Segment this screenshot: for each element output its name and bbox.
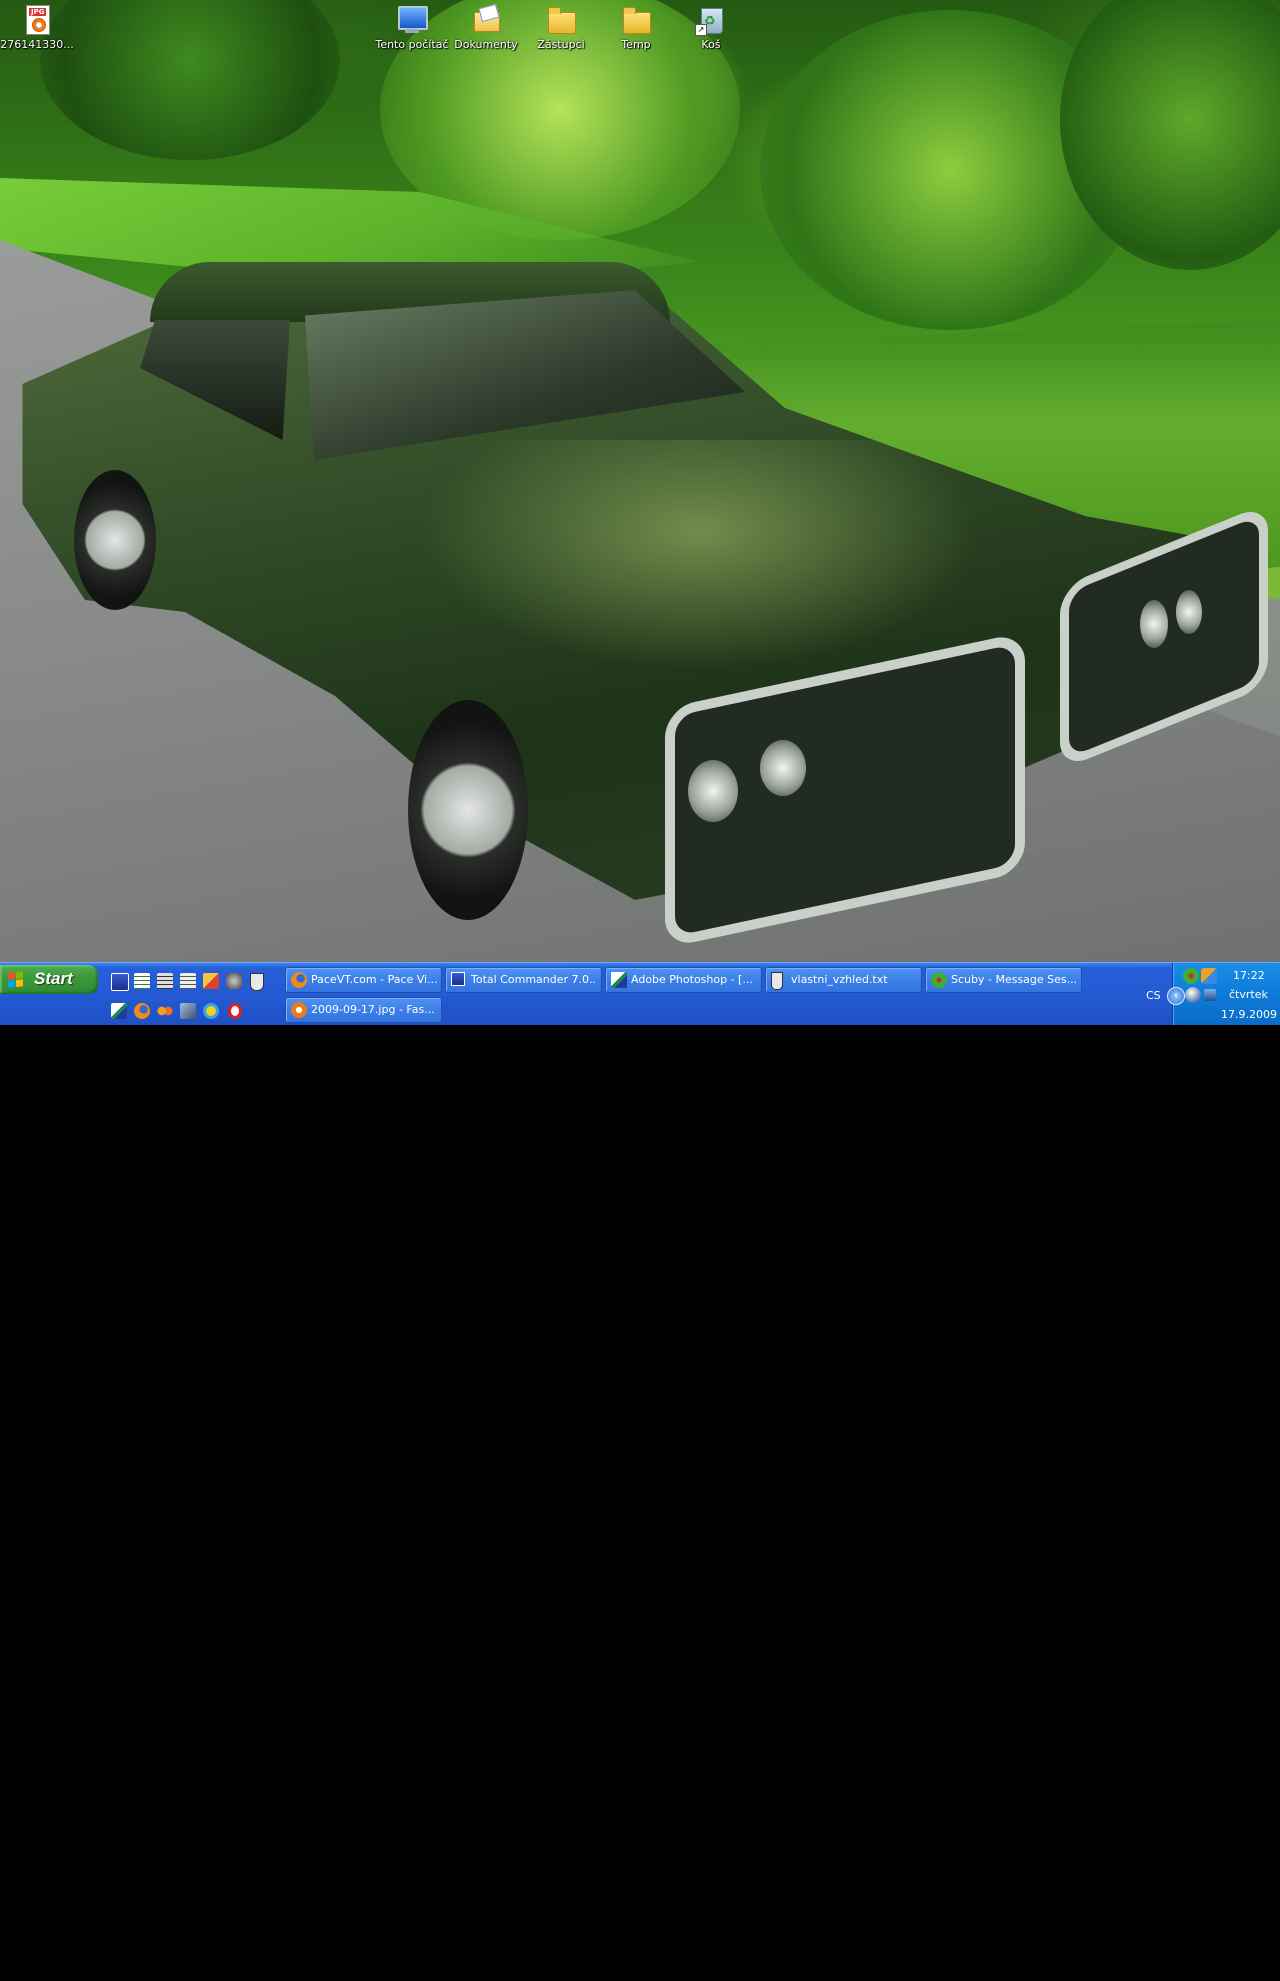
folder-icon — [620, 4, 652, 36]
messenger-icon[interactable] — [157, 1003, 173, 1019]
task-label: PaceVT.com - Pace Vi... — [311, 973, 437, 986]
task-label: Adobe Photoshop - [... — [631, 973, 753, 986]
network-icon[interactable] — [180, 1003, 196, 1019]
shortcut-arrow-icon: ↗ — [695, 24, 707, 36]
clock-date[interactable]: 17.9.2009 — [1221, 1008, 1277, 1021]
desktop-icon-recycle-bin[interactable]: ♻ ↗ Koš — [671, 4, 751, 51]
recycle-bin-icon: ♻ ↗ — [695, 4, 727, 36]
desktop-icon-shortcuts-folder[interactable]: Zástupci — [521, 4, 601, 51]
tools-icon[interactable] — [203, 973, 219, 989]
jpg-file-icon: JPG — [21, 4, 53, 36]
desktop-icon-label: 276141330... — [0, 38, 74, 51]
desktop-icon-temp-folder[interactable]: Temp — [596, 4, 676, 51]
my-computer-icon — [396, 4, 428, 36]
taskbar: Start PaceVT.com - Pace Vi... Total Comm… — [0, 962, 1280, 1025]
photoshop-icon — [611, 972, 627, 988]
editor-icon[interactable] — [157, 973, 173, 989]
network-tray-icon[interactable] — [1185, 987, 1201, 1003]
taskbar-button-total-commander[interactable]: Total Commander 7.0... — [445, 967, 602, 993]
volume-tray-icon[interactable] — [1204, 989, 1216, 1001]
show-hidden-icons-button[interactable]: ‹ — [1167, 987, 1185, 1005]
document-icon[interactable] — [180, 973, 196, 989]
taskbar-button-icq[interactable]: Scuby - Message Ses... — [925, 967, 1082, 993]
firefox-icon — [291, 972, 307, 988]
desktop-icon-jpg-file[interactable]: JPG 276141330... — [0, 4, 77, 51]
desktop-icon-label: Tento počítač — [375, 38, 449, 51]
clock-time[interactable]: 17:22 — [1233, 969, 1265, 982]
desktop-icon-my-computer[interactable]: Tento počítač — [372, 4, 452, 51]
taskbar-button-photoshop[interactable]: Adobe Photoshop - [... — [605, 967, 762, 993]
language-indicator[interactable]: CS — [1146, 989, 1161, 1002]
desktop-icon-label: Koš — [701, 38, 721, 51]
taskbar-button-text-file[interactable]: vlastni_vzhled.txt — [765, 967, 922, 993]
photoshop-icon[interactable] — [111, 1003, 127, 1019]
image-viewer-icon — [291, 1002, 307, 1018]
task-label: 2009-09-17.jpg - Fas... — [311, 1003, 435, 1016]
internet-explorer-icon[interactable] — [203, 1003, 219, 1019]
start-label: Start — [34, 969, 73, 988]
start-button[interactable]: Start — [0, 965, 98, 994]
clock-day[interactable]: čtvrtek — [1229, 988, 1268, 1001]
opera-icon[interactable] — [228, 1003, 242, 1019]
desktop-icon-label: Zástupci — [537, 38, 585, 51]
desktop[interactable]: JPG 276141330... Tento počítač Dokumenty… — [0, 0, 1280, 962]
documents-icon — [470, 3, 502, 36]
taskbar-button-firefox[interactable]: PaceVT.com - Pace Vi... — [285, 967, 442, 993]
icq-tray-icon[interactable] — [1183, 968, 1199, 984]
total-commander-icon — [451, 972, 465, 986]
text-file-icon — [771, 972, 783, 990]
shield-icon[interactable] — [250, 973, 264, 991]
task-label: Scuby - Message Ses... — [951, 973, 1077, 986]
desktop-icon-label: Temp — [621, 38, 651, 51]
folder-icon — [545, 4, 577, 36]
desktop-icon-label: Dokumenty — [454, 38, 518, 51]
notepad-icon[interactable] — [134, 973, 150, 989]
taskbar-button-image-viewer[interactable]: 2009-09-17.jpg - Fas... — [285, 997, 442, 1023]
firefox-icon[interactable] — [134, 1003, 150, 1019]
windows-flag-icon — [8, 971, 24, 989]
system-tray: ‹ 17:22 čtvrtek 17.9.2009 — [1167, 963, 1280, 1025]
save-disk-icon[interactable] — [111, 973, 129, 991]
task-label: Total Commander 7.0... — [471, 973, 597, 986]
media-icon[interactable] — [226, 973, 242, 989]
icq-icon — [931, 972, 947, 988]
desktop-icon-documents[interactable]: Dokumenty — [446, 3, 526, 51]
messenger-tray-icon[interactable] — [1201, 968, 1217, 984]
task-label: vlastni_vzhled.txt — [791, 973, 888, 986]
photoshop-icon[interactable] — [111, 1965, 127, 1981]
